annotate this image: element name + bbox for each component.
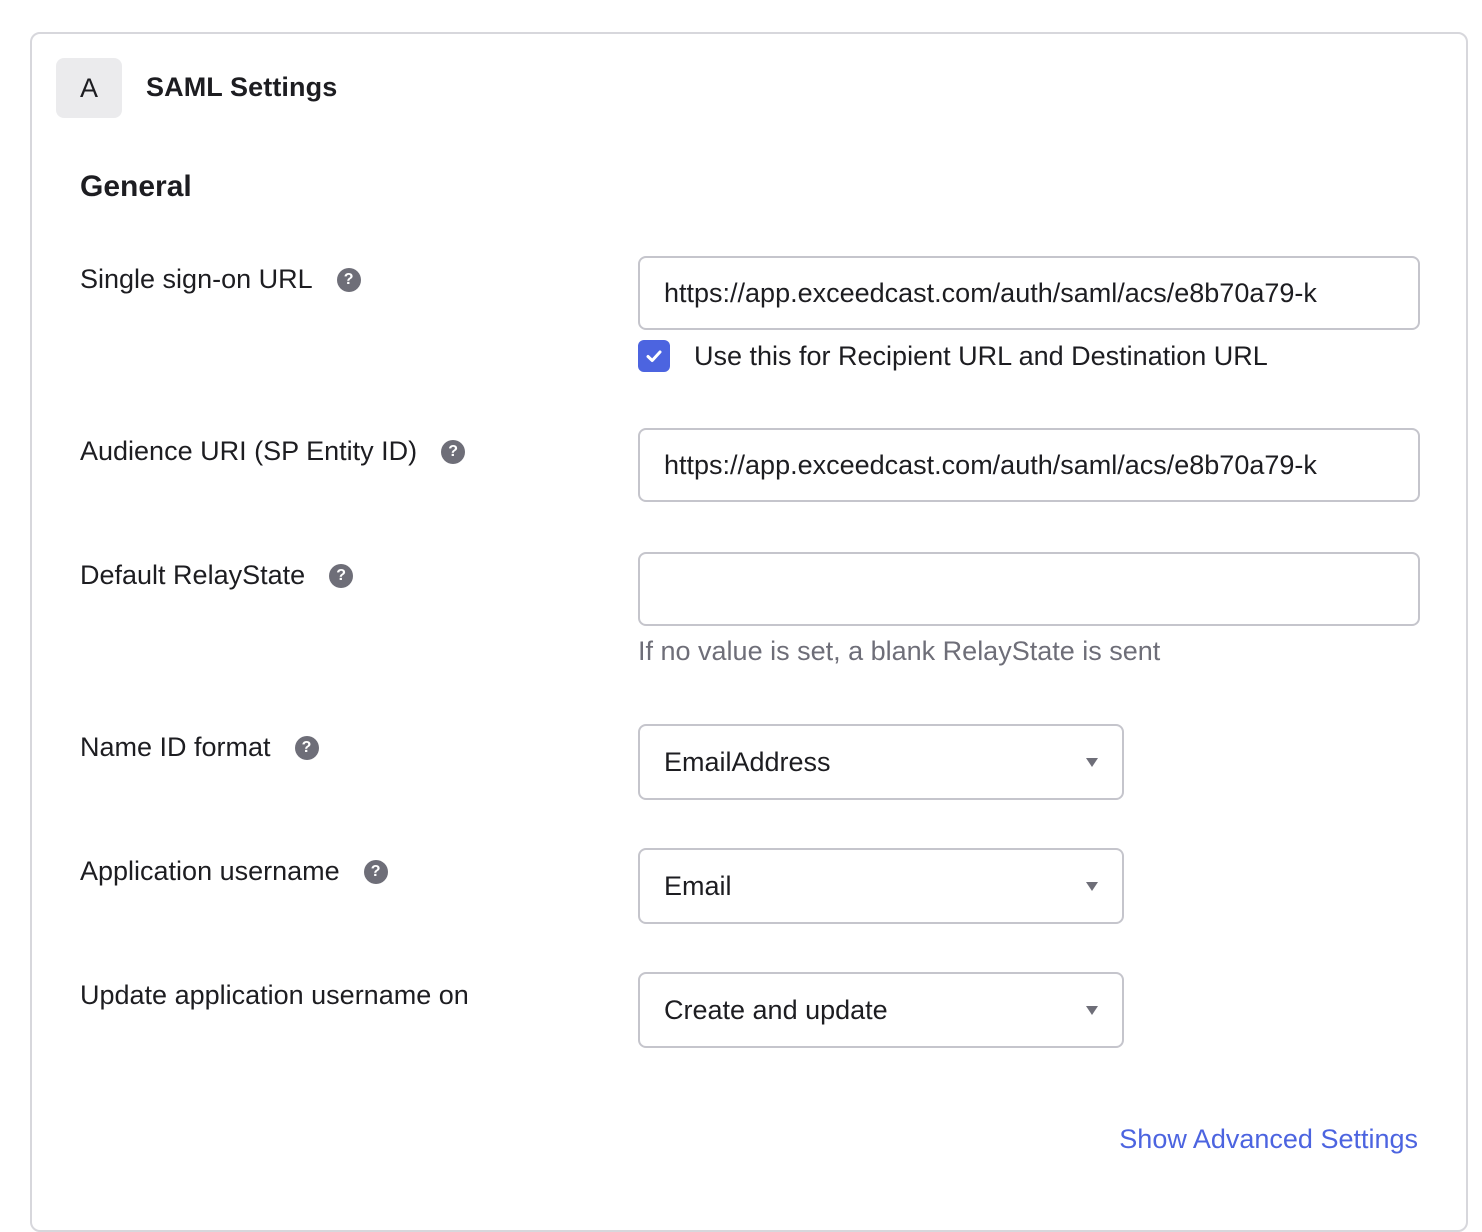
name-id-format-label-row: Name ID format ? — [80, 732, 319, 763]
recipient-url-checkbox-row: Use this for Recipient URL and Destinati… — [638, 340, 1268, 372]
relay-state-hint: If no value is set, a blank RelayState i… — [638, 636, 1161, 666]
help-icon[interactable]: ? — [441, 439, 466, 464]
app-username-label-row: Application username ? — [80, 856, 388, 887]
chevron-down-icon — [1086, 1005, 1098, 1015]
name-id-format-value: EmailAddress — [664, 746, 831, 777]
help-icon[interactable]: ? — [329, 563, 354, 588]
app-username-select[interactable]: Email — [638, 848, 1124, 924]
sso-url-label-row: Single sign-on URL ? — [80, 264, 361, 295]
audience-uri-label: Audience URI (SP Entity ID) — [80, 436, 418, 466]
show-advanced-settings-link[interactable]: Show Advanced Settings — [1119, 1124, 1418, 1155]
help-icon[interactable]: ? — [336, 267, 361, 292]
audience-uri-input[interactable] — [638, 428, 1420, 502]
app-username-label: Application username — [80, 856, 340, 886]
relay-state-input[interactable] — [638, 552, 1420, 626]
name-id-format-select[interactable]: EmailAddress — [638, 724, 1124, 800]
sso-url-input[interactable] — [638, 256, 1420, 330]
recipient-url-checkbox[interactable] — [638, 340, 670, 372]
chevron-down-icon — [1086, 757, 1098, 767]
section-title-general: General — [80, 170, 192, 203]
update-username-select[interactable]: Create and update — [638, 972, 1124, 1048]
name-id-format-label: Name ID format — [80, 732, 271, 762]
audience-uri-label-row: Audience URI (SP Entity ID) ? — [80, 436, 466, 467]
relay-state-label-row: Default RelayState ? — [80, 560, 354, 591]
saml-settings-panel: A SAML Settings General Single sign-on U… — [30, 32, 1468, 1232]
update-username-label-row: Update application username on — [80, 980, 469, 1011]
update-username-value: Create and update — [664, 994, 888, 1025]
sso-url-label: Single sign-on URL — [80, 264, 313, 294]
app-username-value: Email — [664, 870, 732, 901]
chevron-down-icon — [1086, 881, 1098, 891]
recipient-url-checkbox-label: Use this for Recipient URL and Destinati… — [694, 340, 1268, 371]
help-icon[interactable]: ? — [294, 735, 319, 760]
panel-title: SAML Settings — [146, 72, 338, 102]
relay-state-label: Default RelayState — [80, 560, 306, 590]
step-badge: A — [56, 58, 122, 118]
help-icon[interactable]: ? — [363, 859, 388, 884]
update-username-label: Update application username on — [80, 980, 469, 1010]
check-icon — [646, 350, 662, 362]
